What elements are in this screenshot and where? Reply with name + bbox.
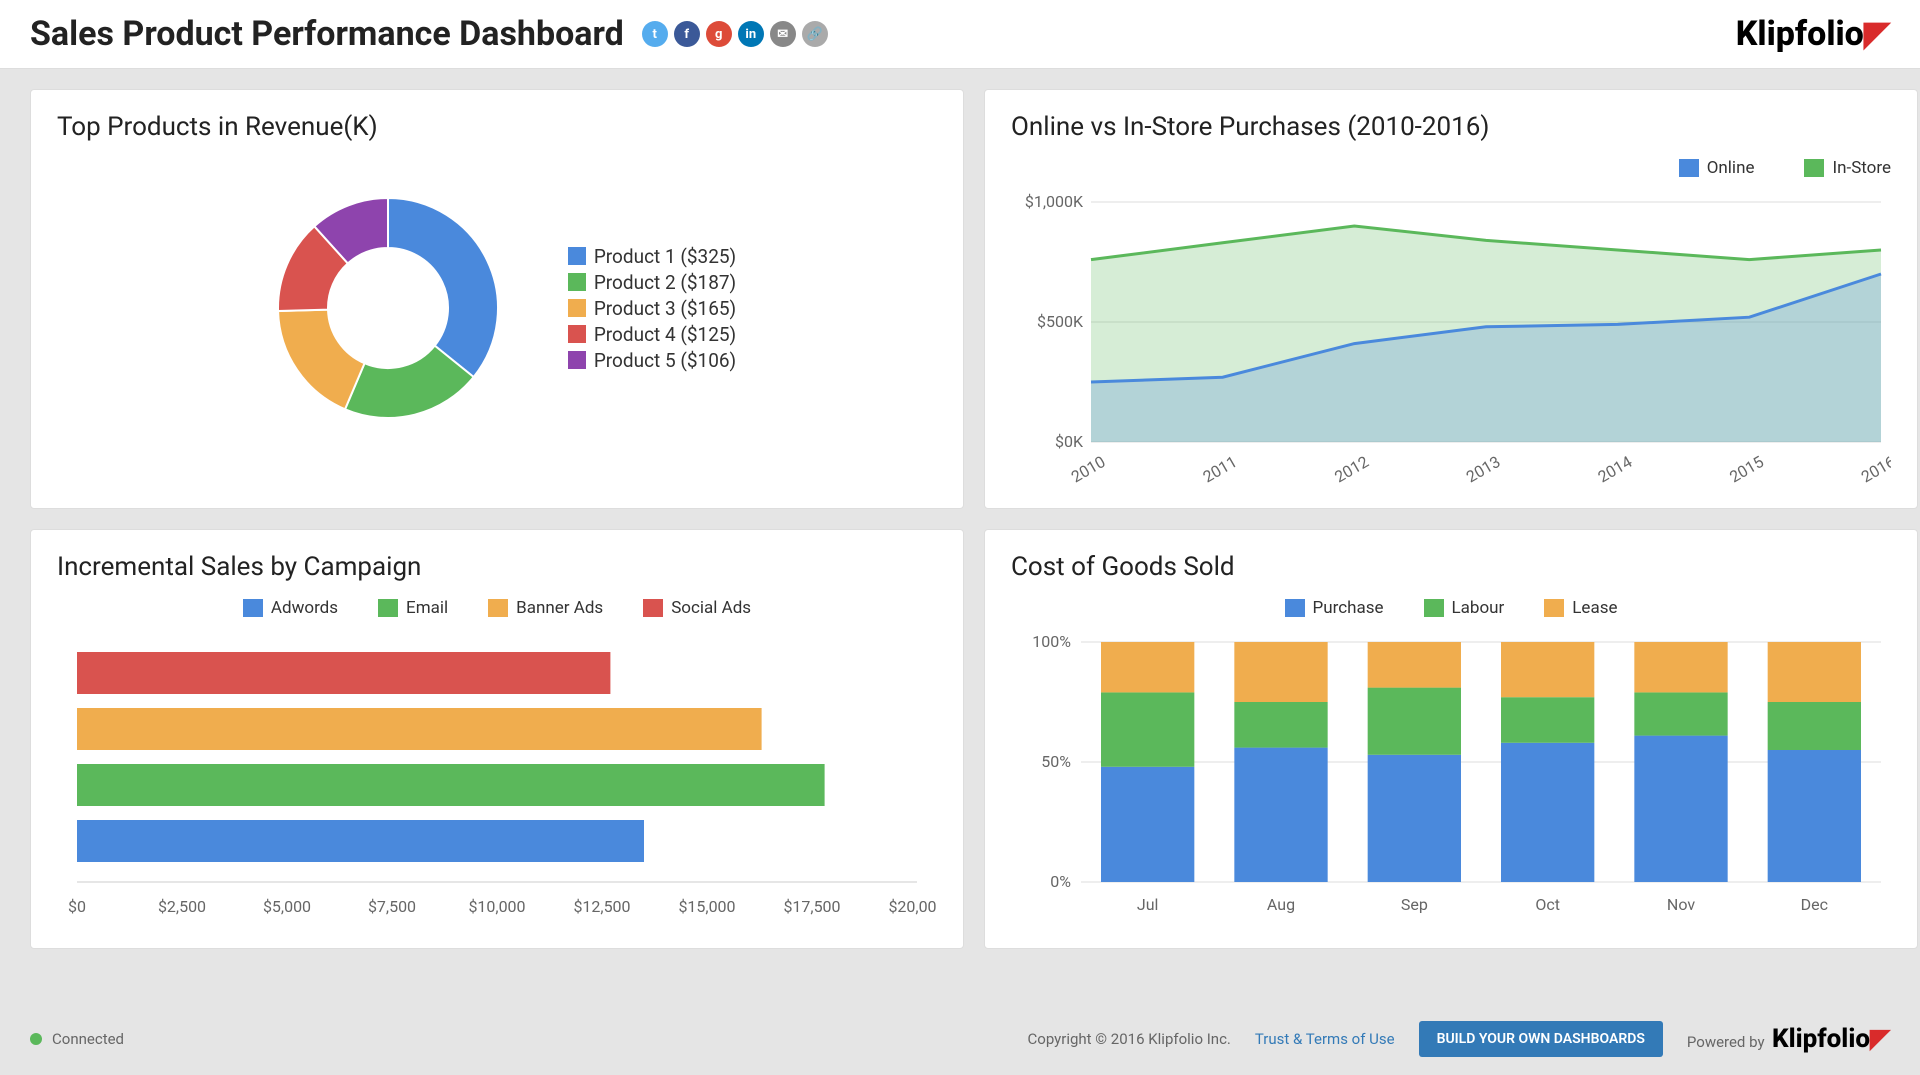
- svg-text:2013: 2013: [1463, 452, 1504, 486]
- svg-text:$17,500: $17,500: [783, 897, 840, 916]
- svg-text:$20,000: $20,000: [888, 897, 937, 916]
- terms-link[interactable]: Trust & Terms of Use: [1255, 1030, 1395, 1048]
- brand-logo: Klipfolio◤: [1736, 14, 1890, 54]
- hbar-legend: Adwords Email Banner Ads Social Ads: [57, 598, 937, 618]
- stack-legend: Purchase Labour Lease: [1011, 598, 1891, 618]
- svg-text:Aug: Aug: [1267, 895, 1295, 914]
- svg-text:Oct: Oct: [1535, 895, 1560, 914]
- facebook-icon[interactable]: f: [674, 21, 700, 47]
- status-dot-icon: [30, 1033, 42, 1045]
- powered-by: Powered by Klipfolio◤: [1687, 1024, 1890, 1054]
- svg-text:0%: 0%: [1050, 872, 1071, 891]
- area-chart: $0K $500K $1,000K 2010 2011 2012 2013 2014 2015 2…: [1011, 192, 1891, 492]
- svg-text:2016: 2016: [1858, 452, 1891, 486]
- svg-text:$1,000K: $1,000K: [1025, 192, 1084, 211]
- svg-text:$7,500: $7,500: [368, 897, 416, 916]
- svg-text:$2,500: $2,500: [158, 897, 206, 916]
- card-cost-of-goods: Cost of Goods Sold Purchase Labour Lease 0…: [984, 529, 1918, 949]
- svg-text:2015: 2015: [1726, 452, 1767, 486]
- svg-text:2014: 2014: [1595, 452, 1636, 486]
- svg-text:Nov: Nov: [1667, 895, 1695, 914]
- linkedin-icon[interactable]: in: [738, 21, 764, 47]
- legend-item: Lease: [1544, 598, 1617, 618]
- twitter-icon[interactable]: t: [642, 21, 668, 47]
- header: Sales Product Performance Dashboard t f …: [0, 0, 1920, 69]
- legend-item: Product 3 ($165): [568, 297, 736, 320]
- card-title: Cost of Goods Sold: [1011, 552, 1891, 582]
- card-incremental-sales: Incremental Sales by Campaign Adwords Ema…: [30, 529, 964, 949]
- card-title: Online vs In-Store Purchases (2010-2016): [1011, 112, 1891, 142]
- svg-text:2012: 2012: [1331, 452, 1372, 486]
- card-title: Top Products in Revenue(K): [57, 112, 937, 142]
- svg-text:$0K: $0K: [1055, 432, 1084, 451]
- legend-item: Product 5 ($106): [568, 349, 736, 372]
- svg-text:50%: 50%: [1041, 752, 1071, 771]
- legend-item: Adwords: [243, 598, 338, 618]
- legend-item: Product 2 ($187): [568, 271, 736, 294]
- legend-item: Email: [378, 598, 448, 618]
- donut-chart: [258, 178, 518, 438]
- legend-item: Purchase: [1285, 598, 1384, 618]
- gplus-icon[interactable]: g: [706, 21, 732, 47]
- share-icons: t f g in ✉ 🔗: [642, 21, 828, 47]
- footer: Connected Copyright © 2016 Klipfolio Inc…: [0, 1003, 1920, 1075]
- mail-icon[interactable]: ✉: [770, 21, 796, 47]
- svg-text:$500K: $500K: [1037, 312, 1084, 331]
- svg-text:$5,000: $5,000: [263, 897, 311, 916]
- svg-text:Dec: Dec: [1801, 895, 1828, 914]
- svg-text:Jul: Jul: [1137, 895, 1159, 914]
- stack-chart: 0% 50% 100% Jul Aug Sep Oct Nov Dec: [1011, 632, 1891, 932]
- card-title: Incremental Sales by Campaign: [57, 552, 937, 582]
- build-dashboards-button[interactable]: BUILD YOUR OWN DASHBOARDS: [1419, 1021, 1663, 1057]
- hbar-chart: $0 $2,500 $5,000 $7,500 $10,000 $12,500 $15,00…: [57, 632, 937, 932]
- link-icon[interactable]: 🔗: [802, 21, 828, 47]
- svg-text:$0: $0: [68, 897, 86, 916]
- area-legend: Online In-Store: [1011, 158, 1891, 178]
- svg-text:Sep: Sep: [1401, 895, 1428, 914]
- legend-item: Banner Ads: [488, 598, 603, 618]
- page-title: Sales Product Performance Dashboard: [30, 14, 624, 54]
- legend-item: Social Ads: [643, 598, 751, 618]
- legend-item: Labour: [1424, 598, 1505, 618]
- svg-text:$15,000: $15,000: [678, 897, 735, 916]
- legend-item: Product 1 ($325): [568, 245, 736, 268]
- card-online-vs-instore: Online vs In-Store Purchases (2010-2016)…: [984, 89, 1918, 509]
- svg-text:$12,500: $12,500: [573, 897, 630, 916]
- legend-item: In-Store: [1804, 158, 1891, 178]
- svg-text:$10,000: $10,000: [468, 897, 525, 916]
- legend-item: Product 4 ($125): [568, 323, 736, 346]
- status-text: Connected: [52, 1030, 124, 1048]
- svg-text:2011: 2011: [1200, 452, 1241, 486]
- copyright: Copyright © 2016 Klipfolio Inc.: [1028, 1030, 1231, 1048]
- legend-item: Online: [1679, 158, 1755, 178]
- card-top-products: Top Products in Revenue(K) Product 1 ($3…: [30, 89, 964, 509]
- svg-text:100%: 100%: [1032, 632, 1071, 651]
- svg-text:2010: 2010: [1068, 452, 1109, 486]
- donut-legend: Product 1 ($325) Product 2 ($187) Product …: [568, 242, 736, 375]
